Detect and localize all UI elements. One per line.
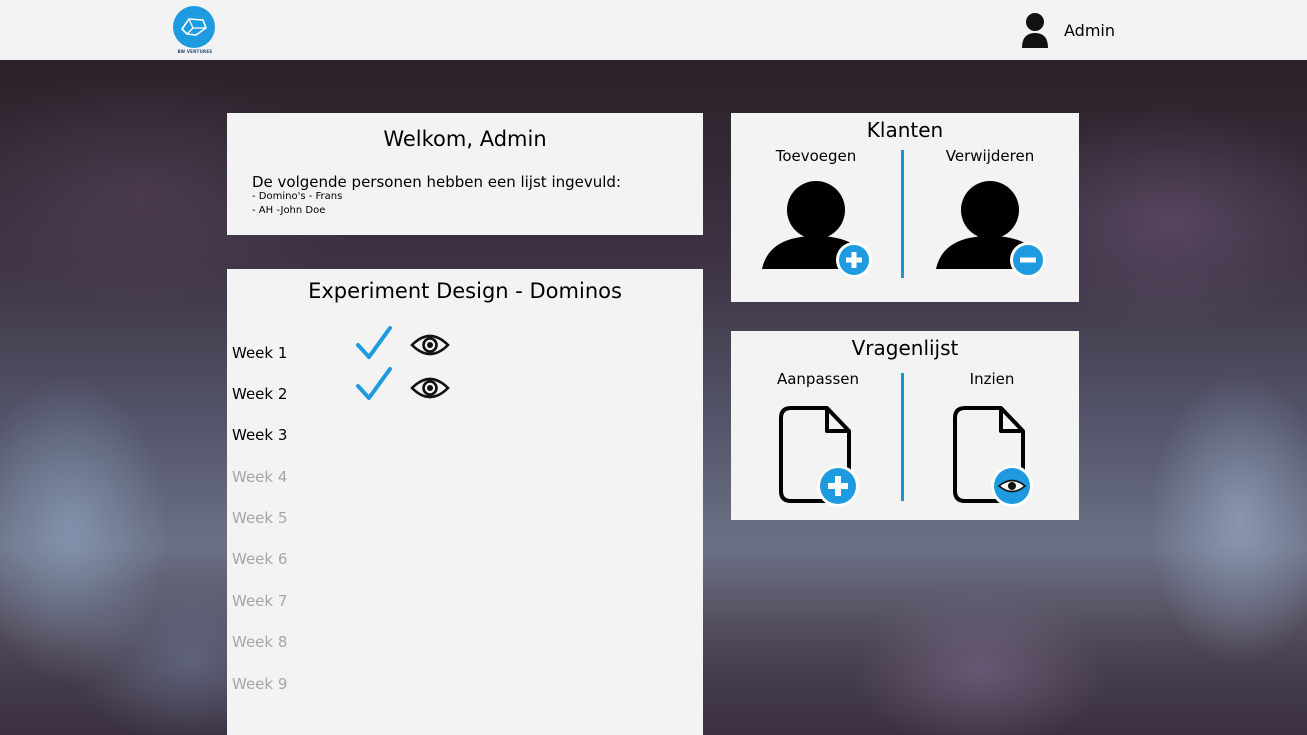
logo-text: BW VENTURES bbox=[177, 49, 213, 54]
user-add-icon bbox=[762, 181, 872, 278]
user-remove-icon bbox=[936, 181, 1046, 278]
checkmark-icon bbox=[356, 367, 392, 400]
experiment-title: Experiment Design - Dominos bbox=[308, 279, 622, 303]
checkmark-icon bbox=[356, 326, 392, 359]
user-menu[interactable]: Admin bbox=[1020, 11, 1115, 49]
welcome-intro: De volgende personen hebben een lijst in… bbox=[252, 173, 621, 191]
user-avatar-icon bbox=[1022, 13, 1048, 48]
document-add-icon bbox=[779, 406, 859, 507]
company-logo[interactable]: BW VENTURES bbox=[173, 6, 217, 58]
eye-icon[interactable] bbox=[410, 376, 450, 400]
top-bar: BW VENTURES Admin bbox=[0, 0, 1307, 60]
week-item-6: Week 6 bbox=[232, 550, 288, 568]
week-item-2[interactable]: Week 2 bbox=[232, 385, 287, 403]
remove-customer-button[interactable] bbox=[933, 179, 1049, 279]
view-questionnaire-button[interactable] bbox=[951, 405, 1035, 507]
week-item-1[interactable]: Week 1 bbox=[232, 344, 287, 362]
document-view-icon bbox=[953, 406, 1033, 507]
divider bbox=[901, 150, 904, 278]
week-item-5: Week 5 bbox=[232, 509, 288, 527]
eye-icon[interactable] bbox=[410, 333, 450, 357]
user-name: Admin bbox=[1064, 20, 1115, 40]
edit-questionnaire-label: Aanpassen bbox=[776, 370, 860, 388]
experiment-card: Experiment Design - Dominos Week 1 Week … bbox=[227, 269, 703, 735]
add-customer-label: Toevoegen bbox=[775, 147, 857, 165]
week-item-7: Week 7 bbox=[232, 592, 288, 610]
vragenlijst-panel: Vragenlijst Aanpassen Inzien bbox=[731, 331, 1079, 520]
week-item-3[interactable]: Week 3 bbox=[232, 426, 287, 444]
vragenlijst-title: Vragenlijst bbox=[851, 336, 959, 360]
submission-entry: - Domino's - Frans bbox=[252, 191, 343, 202]
submission-entry: - AH -John Doe bbox=[252, 205, 326, 216]
remove-customer-label: Verwijderen bbox=[945, 147, 1035, 165]
week-item-4: Week 4 bbox=[232, 468, 288, 486]
week-item-8: Week 8 bbox=[232, 633, 288, 651]
welcome-title: Welkom, Admin bbox=[383, 127, 547, 151]
klanten-panel: Klanten Toevoegen Verwijderen bbox=[731, 113, 1079, 302]
welcome-card: Welkom, Admin De volgende personen hebbe… bbox=[227, 113, 703, 235]
edit-questionnaire-button[interactable] bbox=[777, 405, 861, 507]
add-customer-button[interactable] bbox=[759, 179, 875, 279]
klanten-title: Klanten bbox=[866, 118, 944, 142]
logo-icon bbox=[173, 6, 215, 48]
divider bbox=[901, 373, 904, 501]
view-questionnaire-label: Inzien bbox=[969, 370, 1015, 388]
week-item-9: Week 9 bbox=[232, 675, 288, 693]
